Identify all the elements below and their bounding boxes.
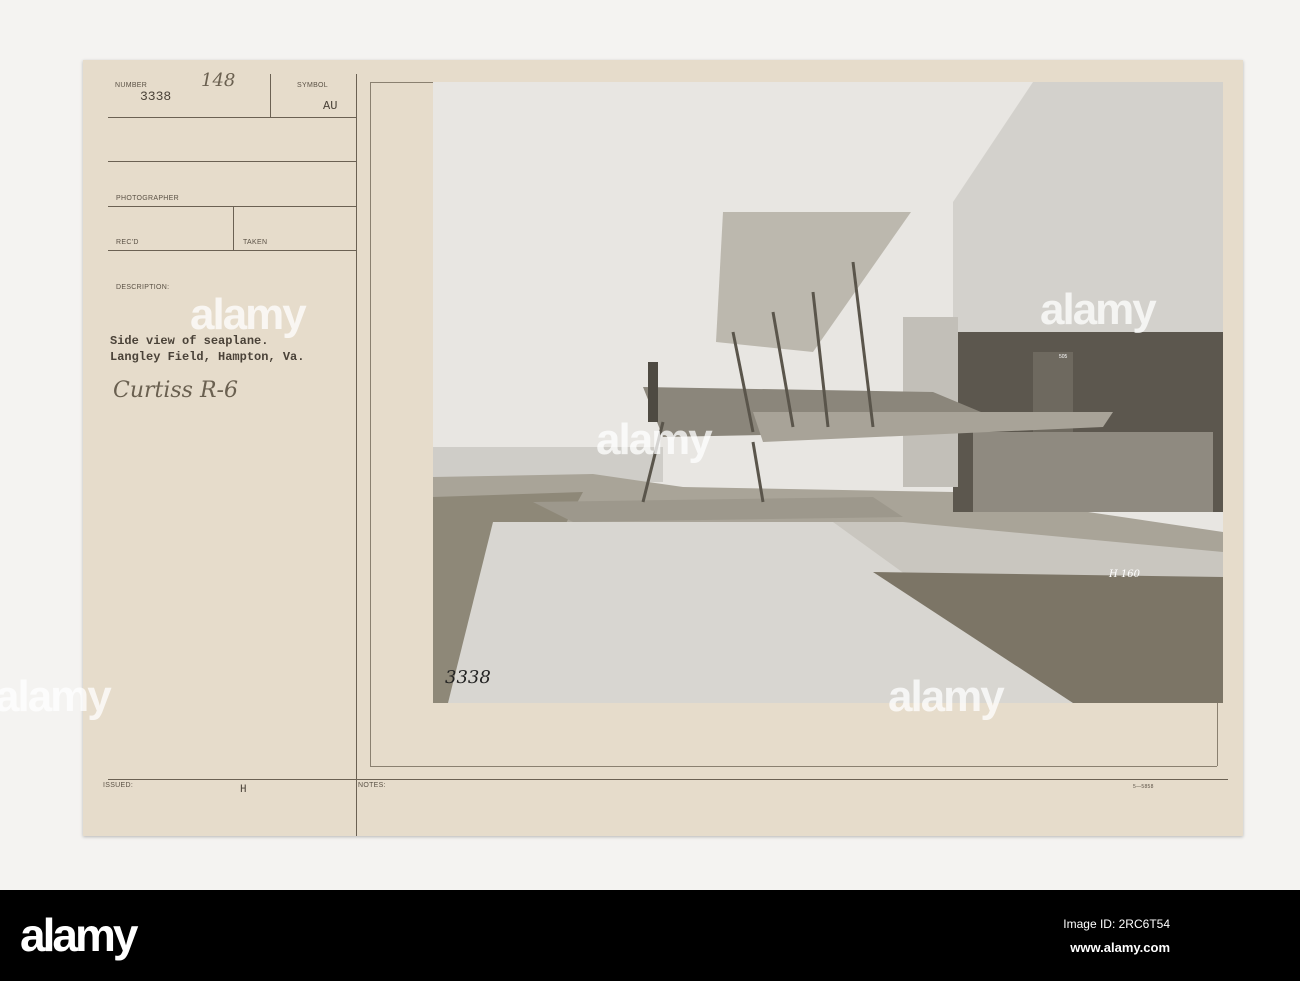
divider bbox=[108, 250, 356, 251]
description-label: DESCRIPTION: bbox=[116, 284, 170, 291]
recd-label: REC'D bbox=[116, 239, 139, 246]
divider bbox=[356, 74, 357, 836]
seaplane-photograph: 3338 H 160 505 bbox=[433, 82, 1223, 703]
number-label: NUMBER bbox=[115, 82, 148, 89]
divider bbox=[270, 74, 271, 117]
notes-label: NOTES: bbox=[358, 782, 386, 789]
plate-mark: H 160 bbox=[1109, 569, 1140, 580]
handwritten-number: 148 bbox=[201, 70, 236, 91]
issued-value: H bbox=[240, 784, 247, 796]
watermark-logo: alamy bbox=[596, 415, 713, 464]
divider bbox=[233, 207, 234, 250]
divider bbox=[108, 779, 1228, 780]
handwritten-note: Curtiss R-6 bbox=[113, 378, 238, 403]
seaplane-photo-image bbox=[433, 82, 1223, 703]
divider bbox=[108, 161, 356, 162]
alamy-logo: alamy bbox=[20, 909, 138, 961]
alamy-url[interactable]: www.alamy.com bbox=[1070, 940, 1170, 955]
number-value: 3338 bbox=[140, 89, 172, 104]
watermark-logo: alamy bbox=[888, 672, 1005, 721]
negative-number: 3338 bbox=[445, 667, 491, 688]
watermark-logo: alamy bbox=[190, 290, 307, 339]
taken-label: TAKEN bbox=[243, 239, 268, 246]
watermark-logo: alamy bbox=[1040, 285, 1157, 334]
divider bbox=[108, 206, 356, 207]
photo-frame bbox=[370, 766, 1217, 767]
issued-label: ISSUED: bbox=[103, 782, 134, 789]
watermark-logo: alamy bbox=[0, 672, 112, 721]
symbol-label: SYMBOL bbox=[297, 82, 328, 89]
divider bbox=[108, 117, 356, 118]
photographer-label: PHOTOGRAPHER bbox=[116, 195, 179, 202]
symbol-value: AU bbox=[323, 99, 338, 113]
tail-number: 505 bbox=[1059, 354, 1068, 360]
photo-frame bbox=[370, 82, 371, 766]
image-id: Image ID: 2RC6T54 bbox=[1063, 917, 1170, 931]
form-code: 5—5858 bbox=[1133, 784, 1154, 790]
alamy-footer-bar: alamy Image ID: 2RC6T54 www.alamy.com bbox=[0, 890, 1300, 981]
description-line-2: Langley Field, Hampton, Va. bbox=[110, 350, 305, 364]
